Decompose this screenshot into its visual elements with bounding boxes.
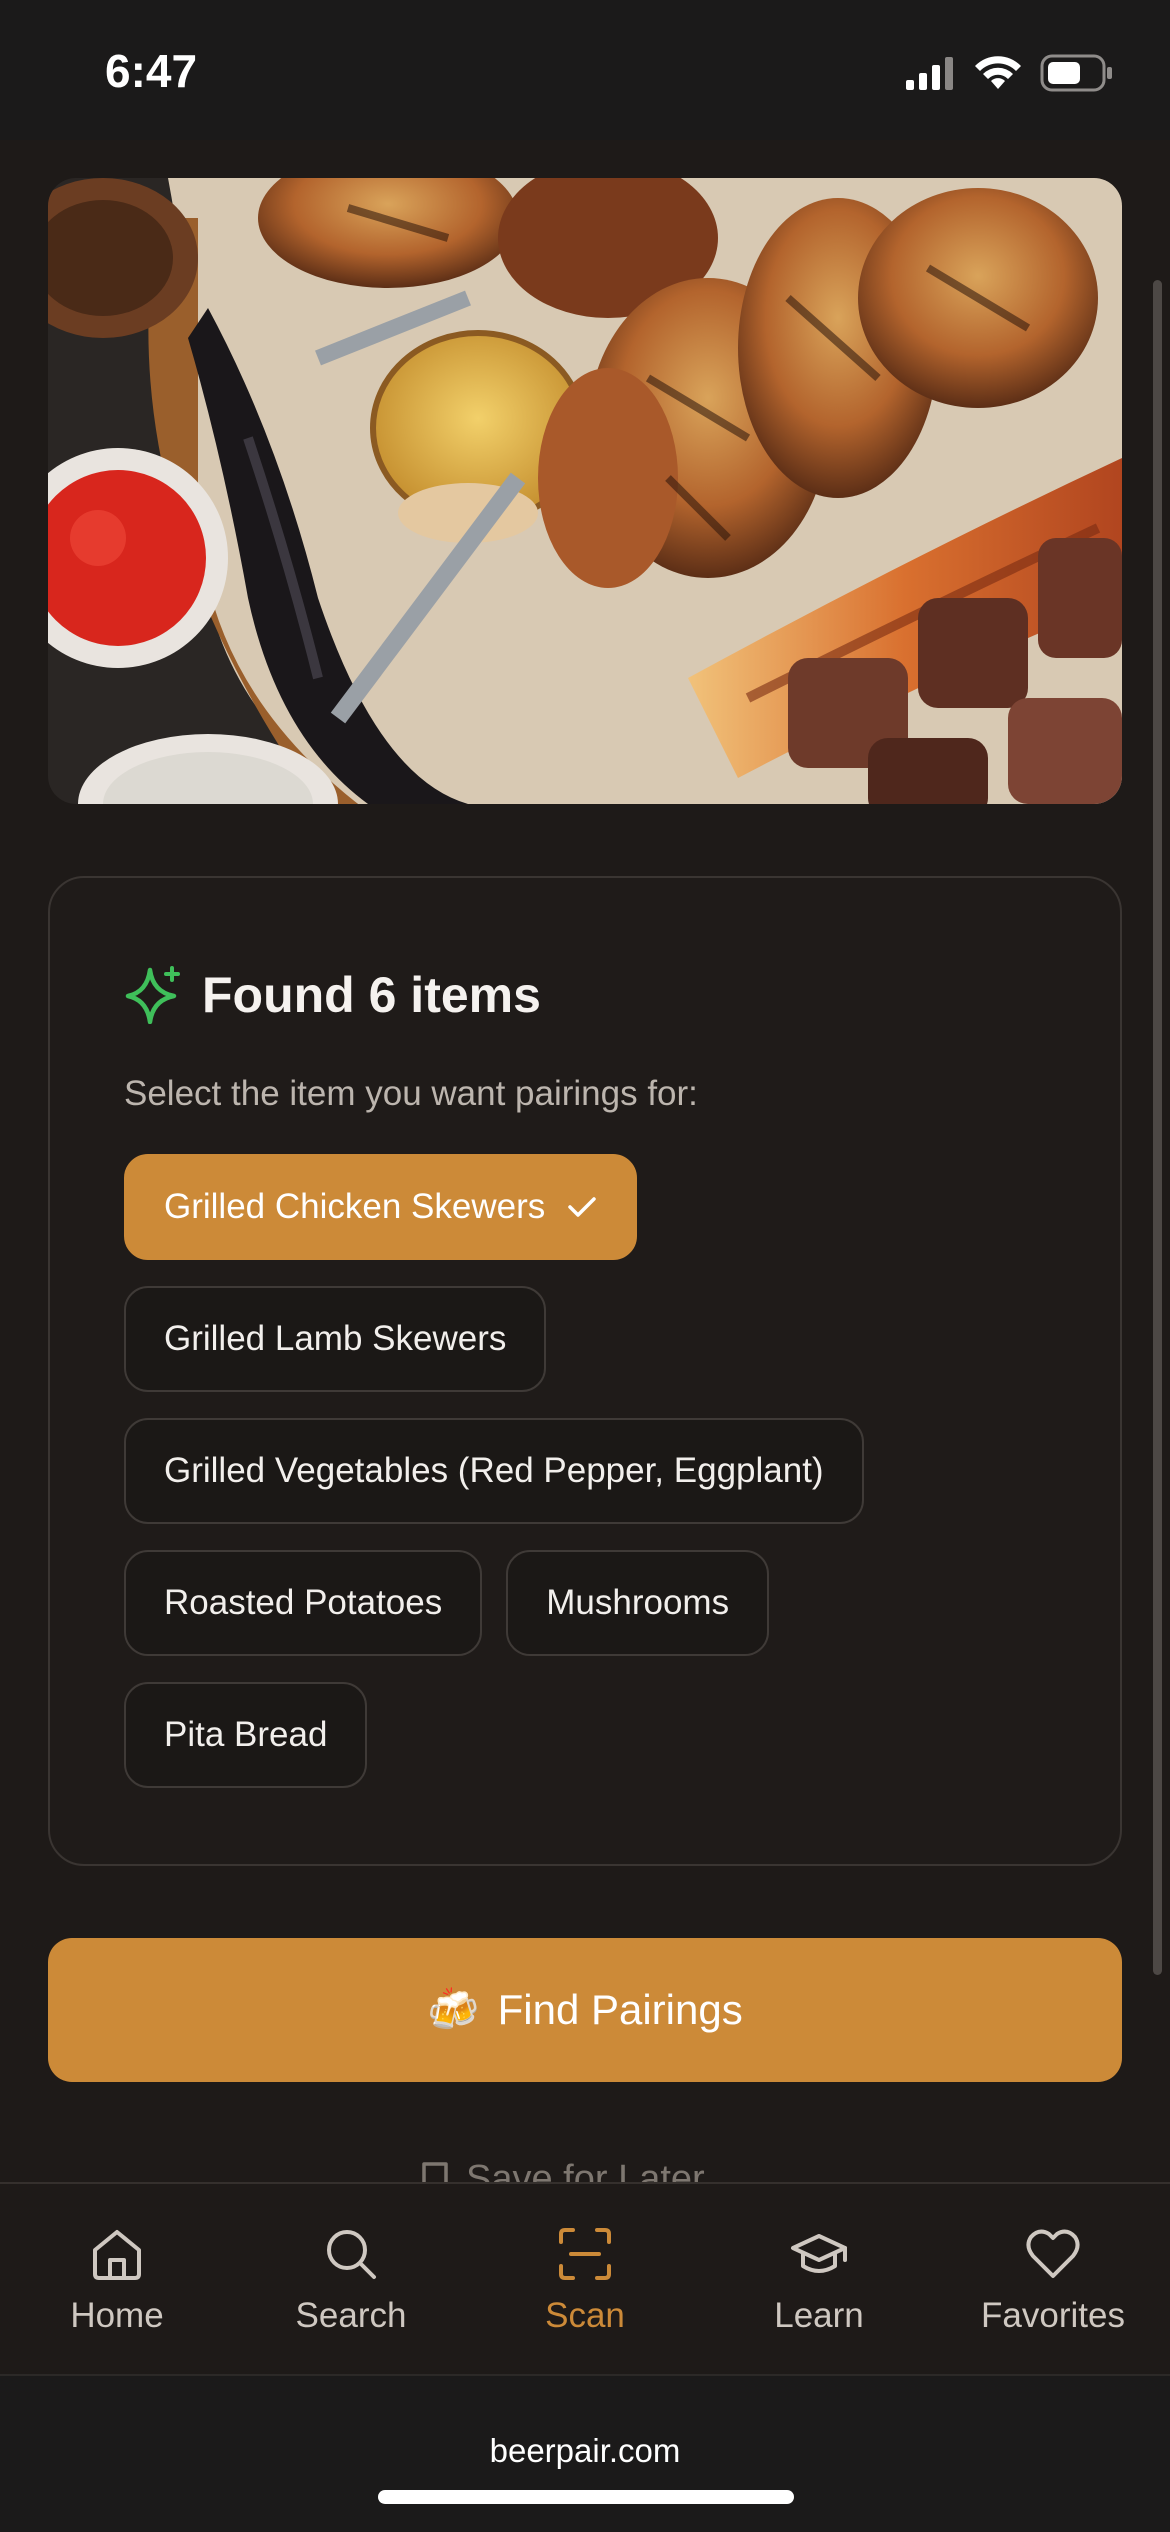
item-chip[interactable]: Grilled Lamb Skewers (124, 1286, 547, 1392)
scan-icon (559, 2228, 611, 2280)
item-chip[interactable]: Roasted Potatoes (124, 1550, 483, 1656)
tab-scan[interactable]: Scan (468, 2184, 702, 2374)
browser-url-bar[interactable]: beerpair.com (0, 2374, 1170, 2532)
scrollbar[interactable] (1153, 280, 1162, 1975)
find-pairings-button[interactable]: 🍻 Find Pairings (48, 1938, 1122, 2082)
status-time: 6:47 (105, 45, 198, 97)
results-card: Found 6 items Select the item you want p… (48, 876, 1122, 1866)
status-bar: 6:47 (0, 0, 1170, 140)
tab-label: Home (70, 2296, 164, 2335)
url-text: beerpair.com (489, 2432, 681, 2469)
item-chip-list: Grilled Chicken Skewers Grilled Lamb Ske… (124, 1154, 1064, 1814)
item-chip-label: Roasted Potatoes (164, 1583, 443, 1622)
item-chip[interactable]: Pita Bread (124, 1682, 368, 1788)
item-chip-label: Pita Bread (164, 1715, 328, 1754)
tab-search[interactable]: Search (234, 2184, 468, 2374)
tab-label: Scan (545, 2296, 625, 2335)
status-icons (906, 54, 1114, 92)
search-icon (327, 2230, 376, 2279)
home-icon (93, 2230, 141, 2280)
beer-mugs-icon: 🍻 (427, 1985, 480, 2033)
find-pairings-label: Find Pairings (497, 1986, 743, 2033)
cellular-signal-icon (906, 57, 953, 90)
tab-label: Learn (774, 2296, 864, 2335)
card-header: Found 6 items (124, 966, 541, 1024)
wifi-icon (975, 56, 1021, 89)
item-chip[interactable]: Mushrooms (506, 1550, 770, 1656)
home-indicator[interactable] (378, 2490, 794, 2504)
card-subtitle: Select the item you want pairings for: (124, 1074, 698, 1113)
item-chip[interactable]: Grilled Vegetables (Red Pepper, Eggplant… (124, 1418, 864, 1524)
battery-icon (1040, 54, 1112, 92)
checkmark-icon (567, 1195, 597, 1219)
bottom-tab-bar: Home Search Scan Learn Favorites (0, 2182, 1170, 2374)
heart-icon (1026, 2229, 1080, 2278)
tab-favorites[interactable]: Favorites (936, 2184, 1170, 2374)
item-chip-label: Grilled Lamb Skewers (164, 1319, 507, 1358)
tab-label: Favorites (981, 2296, 1125, 2335)
graduation-cap-icon (791, 2234, 847, 2273)
item-chip-label: Mushrooms (546, 1583, 730, 1622)
item-chip-selected[interactable]: Grilled Chicken Skewers (124, 1154, 638, 1260)
tab-home[interactable]: Home (0, 2184, 234, 2374)
tab-label: Search (295, 2296, 407, 2335)
scanned-food-photo (48, 178, 1122, 804)
sparkle-icon (125, 966, 180, 1024)
card-title: Found 6 items (202, 967, 541, 1023)
food-image (48, 178, 1122, 804)
item-chip-label: Grilled Chicken Skewers (164, 1187, 546, 1226)
tab-learn[interactable]: Learn (702, 2184, 936, 2374)
item-chip-label: Grilled Vegetables (Red Pepper, Eggplant… (164, 1451, 824, 1490)
